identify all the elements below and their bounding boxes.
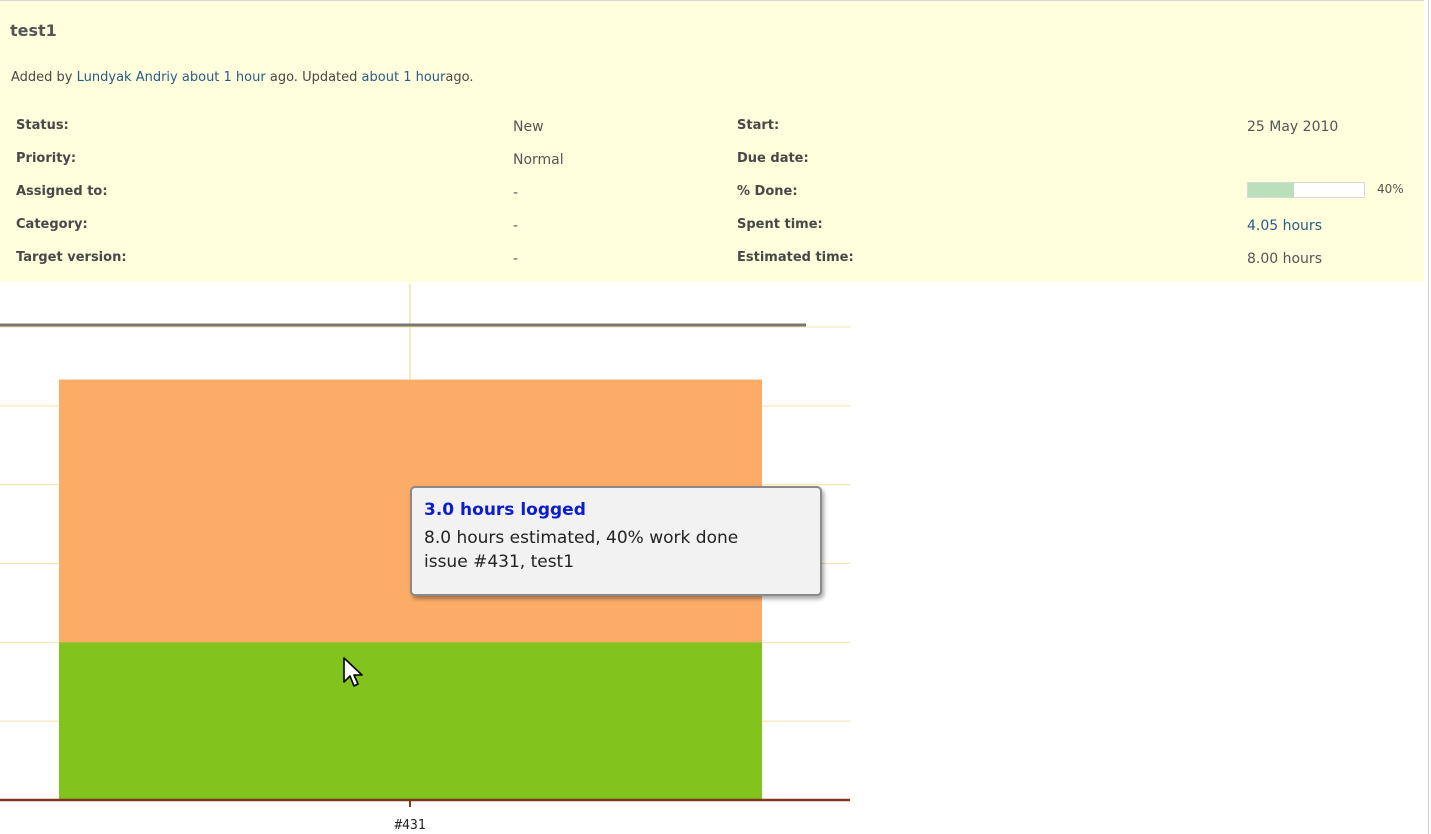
category-value: - (513, 218, 519, 234)
chart-tooltip: 3.0 hours logged 8.0 hours estimated, 40… (410, 486, 822, 596)
issue-author-line: Added by Lundyak Andriy about 1 hour ago… (11, 70, 473, 85)
done-progress-bar (1247, 182, 1365, 198)
ago-suffix: ago. (445, 70, 474, 85)
spent-time-link[interactable]: 4.05 hours (1247, 218, 1322, 234)
added-by-prefix: Added by (11, 70, 73, 85)
done-progress-fill (1248, 183, 1295, 197)
target-version-value: - (513, 251, 519, 267)
estimated-time-value: 8.00 hours (1247, 251, 1322, 267)
status-value: New (513, 119, 544, 135)
priority-label: Priority: (16, 151, 77, 166)
page-edge-rule (1428, 0, 1429, 834)
tooltip-issue-line: issue #431, test1 (424, 552, 575, 572)
assigned-to-label: Assigned to: (16, 184, 108, 199)
issue-title: test1 (10, 21, 57, 40)
author-link[interactable]: Lundyak Andriy (77, 70, 178, 85)
x-tick-label: #431 (394, 818, 425, 833)
bar-logged (59, 642, 762, 800)
added-time-link[interactable]: about 1 hour (182, 70, 266, 85)
assigned-to-value: - (513, 185, 519, 201)
issue-details: test1 Added by Lundyak Andriy about 1 ho… (0, 0, 1424, 282)
mouse-pointer-icon (343, 657, 363, 687)
category-label: Category: (16, 217, 88, 232)
spent-time-label: Spent time: (737, 217, 823, 232)
estimated-time-label: Estimated time: (737, 250, 854, 265)
due-date-label: Due date: (737, 151, 809, 166)
priority-value: Normal (513, 152, 564, 168)
done-ratio-label: % Done: (737, 184, 798, 199)
updated-time-link[interactable]: about 1 hour (362, 70, 446, 85)
tooltip-estimate-line: 8.0 hours estimated, 40% work done (424, 528, 739, 548)
tooltip-title: 3.0 hours logged (424, 500, 586, 520)
start-value: 25 May 2010 (1247, 119, 1339, 135)
done-ratio-value: 40% (1377, 182, 1404, 196)
target-version-label: Target version: (16, 250, 127, 265)
start-label: Start: (737, 118, 780, 133)
updated-prefix: ago. Updated (269, 70, 358, 85)
status-label: Status: (16, 118, 69, 133)
